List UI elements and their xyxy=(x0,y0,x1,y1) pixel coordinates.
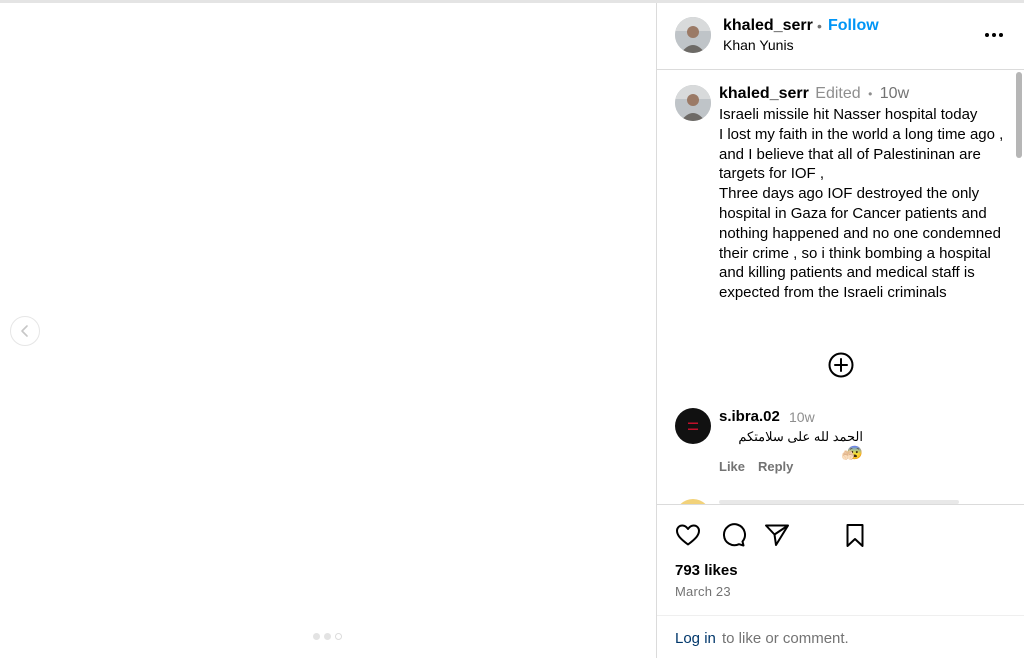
media-pane xyxy=(0,3,656,658)
comments-scrollbar[interactable] xyxy=(1016,72,1022,158)
avatar-image xyxy=(675,85,711,121)
caption-separator: • xyxy=(868,87,873,101)
send-icon xyxy=(765,524,789,546)
login-prompt: Log in to like or comment. xyxy=(657,615,1024,658)
plus-circle-icon xyxy=(828,352,854,378)
comment-reply-button[interactable]: Reply xyxy=(758,459,793,474)
comments-section: khaled_serr Edited • 10w Israeli missile… xyxy=(657,71,1024,504)
caption-text: Israeli missile hit Nasser hospital toda… xyxy=(719,106,1004,302)
avatar-image xyxy=(675,17,711,53)
commenter-avatar[interactable]: ▬▬ ▬▬ xyxy=(675,408,711,444)
caption-author-avatar[interactable] xyxy=(675,85,711,121)
edited-label: Edited xyxy=(815,85,861,102)
post-sidebar: khaled_serr • Follow Khan Yunis khaled_s… xyxy=(656,3,1024,658)
heart-icon xyxy=(676,524,700,546)
post-actions: 793 likes March 23 Log in to like or com… xyxy=(657,504,1024,658)
follow-button[interactable]: Follow xyxy=(828,17,879,35)
caption-time[interactable]: 10w xyxy=(880,85,909,102)
header-separator: • xyxy=(817,18,822,34)
comment-emoji-line: 🤲🏻 xyxy=(841,450,855,462)
author-avatar[interactable] xyxy=(675,17,711,53)
likes-count[interactable]: 793 likes xyxy=(675,562,738,579)
caption-username[interactable]: khaled_serr xyxy=(719,85,809,102)
comment-icon xyxy=(722,523,746,547)
share-button[interactable] xyxy=(763,521,791,549)
comment-button[interactable] xyxy=(719,521,747,549)
author-username[interactable]: khaled_serr xyxy=(723,17,813,35)
like-button[interactable] xyxy=(674,521,702,549)
load-more-comments-button[interactable] xyxy=(827,351,855,379)
login-link[interactable]: Log in xyxy=(675,630,716,647)
carousel-dot xyxy=(324,633,331,640)
carousel-dot xyxy=(313,633,320,640)
comment-time[interactable]: 10w xyxy=(789,409,815,425)
previous-media-button[interactable] xyxy=(10,316,40,346)
post-date[interactable]: March 23 xyxy=(675,584,731,599)
commenter-username[interactable]: s.ibra.02 xyxy=(719,408,780,425)
bookmark-icon xyxy=(846,524,864,547)
more-options-icon[interactable] xyxy=(983,27,1005,43)
carousel-dot-active xyxy=(335,633,342,640)
chevron-left-icon xyxy=(21,325,28,337)
carousel-indicator xyxy=(313,633,342,640)
login-prompt-text: to like or comment. xyxy=(722,630,849,647)
caption-meta: khaled_serr Edited • 10w xyxy=(719,85,909,103)
post-header: khaled_serr • Follow Khan Yunis xyxy=(657,3,1024,70)
save-button[interactable] xyxy=(841,521,869,549)
post-location[interactable]: Khan Yunis xyxy=(723,37,794,53)
comment-like-button[interactable]: Like xyxy=(719,459,745,474)
avatar-image: ▬▬ ▬▬ xyxy=(688,420,698,432)
